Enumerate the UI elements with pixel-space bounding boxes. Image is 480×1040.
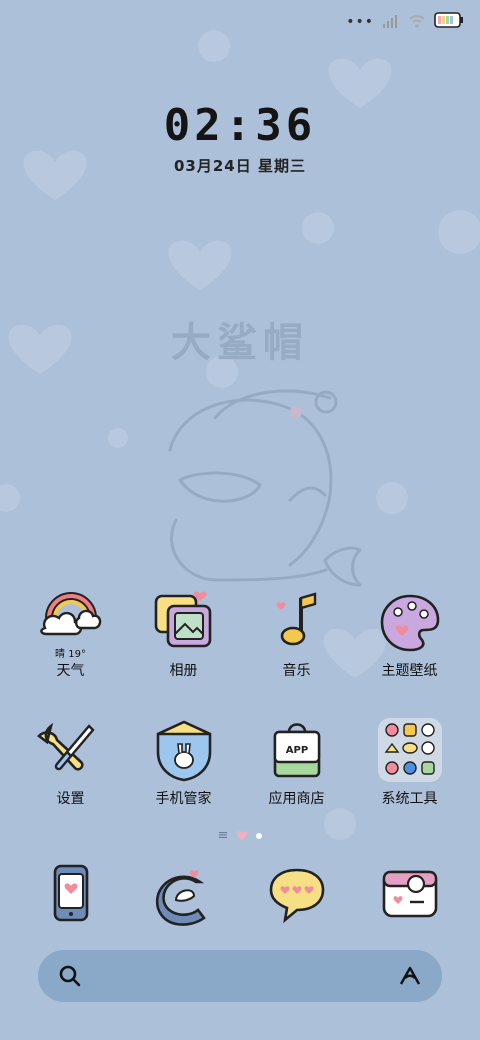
dock	[14, 860, 466, 928]
app-label: 相册	[169, 663, 198, 679]
dock-browser[interactable]	[127, 860, 240, 928]
dock-messages[interactable]	[240, 860, 353, 928]
clock-time: 02:36	[163, 100, 317, 151]
app-store[interactable]: APP 应用商店	[240, 716, 353, 808]
phone-device-icon	[37, 860, 105, 928]
page-dot	[256, 832, 263, 839]
wrench-screwdriver-icon	[36, 716, 105, 784]
notification-dots: •••	[346, 14, 374, 30]
lock-clock[interactable]: 02:36 03月24日 星期三	[0, 100, 480, 176]
weather-summary: 晴 19°	[55, 649, 86, 660]
wifi-icon	[408, 13, 426, 32]
lens-icon[interactable]	[398, 964, 422, 992]
shopping-bag-icon: APP	[263, 716, 331, 784]
app-gallery[interactable]: 相册	[127, 588, 240, 680]
app-grid-row-2: 设置 手机管家 APP 应用商店 系统工具	[14, 716, 466, 808]
app-weather[interactable]: 晴 19° 天气	[14, 588, 127, 680]
dock-phone[interactable]	[14, 860, 127, 928]
app-label: 应用商店	[268, 791, 325, 807]
svg-text:APP: APP	[285, 745, 307, 756]
wallpaper-brand-text: 大鲨帽	[171, 319, 309, 366]
shield-bunny-icon	[150, 716, 218, 784]
cellular-signal-icon	[382, 13, 400, 32]
app-grid-row-1: 晴 19° 天气 相册 音乐 主题壁纸	[14, 588, 466, 680]
app-settings[interactable]: 设置	[14, 716, 127, 808]
chat-bubble-icon	[263, 860, 331, 928]
menu-lines-icon: ≡	[217, 828, 229, 843]
search-bar[interactable]	[38, 950, 442, 1002]
dock-camera[interactable]	[353, 860, 466, 928]
folder-icon	[376, 716, 444, 784]
page-indicator[interactable]: ≡	[0, 826, 480, 845]
search-icon	[58, 964, 82, 992]
weather-icon: 晴 19°	[37, 588, 105, 660]
palette-icon	[376, 588, 444, 656]
heart-page-icon	[236, 826, 248, 845]
music-note-icon	[263, 588, 331, 656]
app-music[interactable]: 音乐	[240, 588, 353, 680]
app-phone-manager[interactable]: 手机管家	[127, 716, 240, 808]
app-label: 天气	[56, 663, 85, 679]
app-folder-system-tools[interactable]: 系统工具	[353, 716, 466, 808]
app-label: 主题壁纸	[381, 663, 438, 679]
clock-date: 03月24日 星期三	[174, 157, 306, 175]
app-themes[interactable]: 主题壁纸	[353, 588, 466, 680]
app-label: 设置	[56, 791, 85, 807]
battery-icon	[434, 11, 464, 33]
gallery-icon	[150, 588, 218, 656]
app-label: 音乐	[282, 663, 311, 679]
swirl-browser-icon	[150, 860, 218, 928]
status-bar: •••	[346, 10, 464, 34]
app-label: 手机管家	[155, 791, 212, 807]
app-label: 系统工具	[381, 791, 438, 807]
camera-icon	[376, 860, 444, 928]
